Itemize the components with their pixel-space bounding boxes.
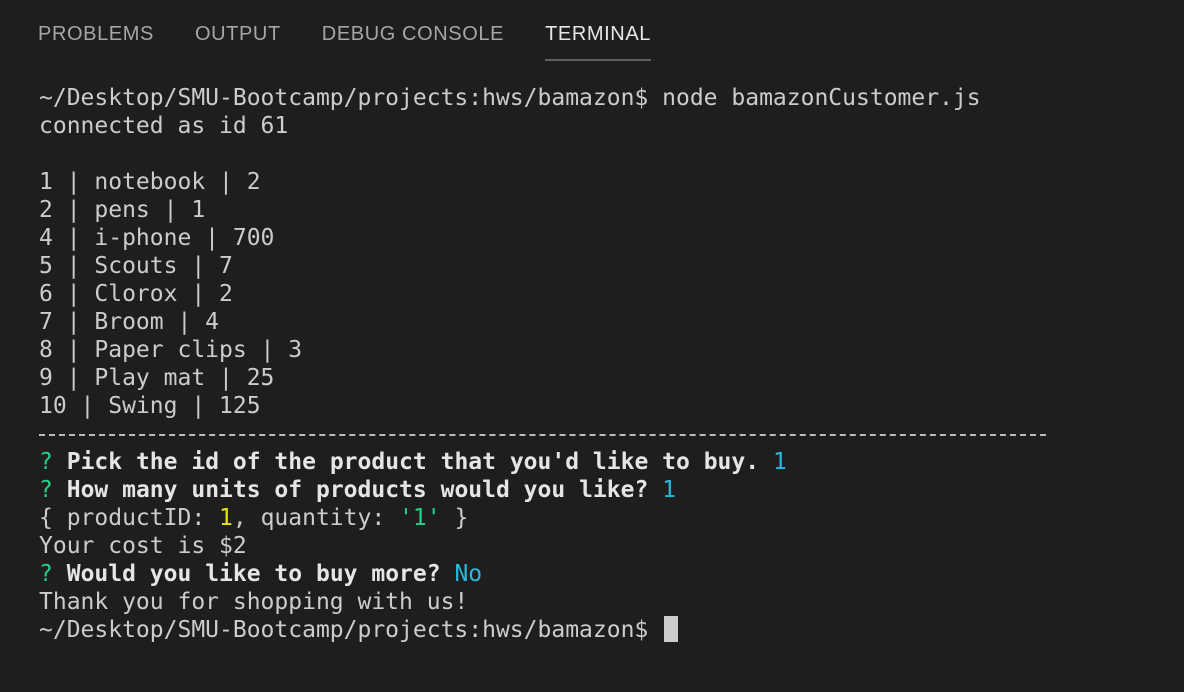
terminal-line-question-units: ? How many units of products would you l…	[39, 476, 1159, 504]
shell-command: node bamazonCustomer.js	[662, 85, 981, 111]
terminal-line-cost: Your cost is $2	[39, 533, 247, 559]
object-quantity: '1'	[399, 505, 441, 531]
product-row: 2 | pens | 1	[39, 197, 206, 223]
question-text: Pick the id of the product that you'd li…	[66, 449, 760, 475]
object-mid: , quantity:	[232, 505, 400, 531]
dashed-separator	[39, 420, 1159, 448]
terminal-line-command: ~/Desktop/SMU-Bootcamp/projects:hws/bama…	[39, 84, 1159, 112]
question-mark: ?	[39, 561, 53, 587]
question-text: Would you like to buy more?	[66, 561, 441, 587]
tab-problems[interactable]: PROBLEMS	[38, 0, 154, 62]
terminal-line-question-id: ? Pick the id of the product that you'd …	[39, 448, 1159, 476]
terminal-line-thanks: Thank you for shopping with us!	[39, 589, 469, 615]
object-close: }	[440, 505, 469, 531]
terminal-line-connected: connected as id 61	[39, 113, 289, 139]
object-product-id: 1	[219, 505, 233, 531]
product-row: 4 | i-phone | 700	[39, 225, 275, 251]
terminal-line-prompt[interactable]: ~/Desktop/SMU-Bootcamp/projects:hws/bama…	[39, 616, 1159, 644]
tab-output[interactable]: OUTPUT	[195, 0, 281, 62]
answer-text: 1	[772, 449, 787, 475]
object-open: { productID:	[39, 505, 220, 531]
text-cursor	[664, 616, 679, 642]
answer-text: No	[454, 561, 483, 587]
panel-tab-bar: PROBLEMS OUTPUT DEBUG CONSOLE TERMINAL	[38, 0, 692, 62]
product-row: 6 | Clorox | 2	[39, 281, 233, 307]
product-row: 10 | Swing | 125	[39, 393, 261, 419]
terminal-line-question-more: ? Would you like to buy more? No	[39, 560, 1159, 588]
tab-terminal[interactable]: TERMINAL	[545, 0, 651, 62]
product-row: 7 | Broom | 4	[39, 309, 220, 335]
product-row: 5 | Scouts | 7	[39, 253, 233, 279]
product-row: 9 | Play mat | 25	[39, 365, 275, 391]
product-row: 1 | notebook | 2	[39, 169, 261, 195]
question-mark: ?	[39, 449, 53, 475]
shell-prompt: ~/Desktop/SMU-Bootcamp/projects:hws/bama…	[39, 617, 649, 643]
tab-debug-console[interactable]: DEBUG CONSOLE	[322, 0, 504, 62]
terminal-line-object: { productID: 1, quantity: '1' }	[39, 504, 1159, 532]
shell-prompt: ~/Desktop/SMU-Bootcamp/projects:hws/bama…	[39, 85, 649, 111]
question-mark: ?	[39, 477, 53, 503]
product-row: 8 | Paper clips | 3	[39, 337, 303, 363]
answer-text: 1	[662, 477, 677, 503]
question-text: How many units of products would you lik…	[66, 477, 649, 503]
terminal-output[interactable]: ~/Desktop/SMU-Bootcamp/projects:hws/bama…	[39, 84, 1159, 644]
